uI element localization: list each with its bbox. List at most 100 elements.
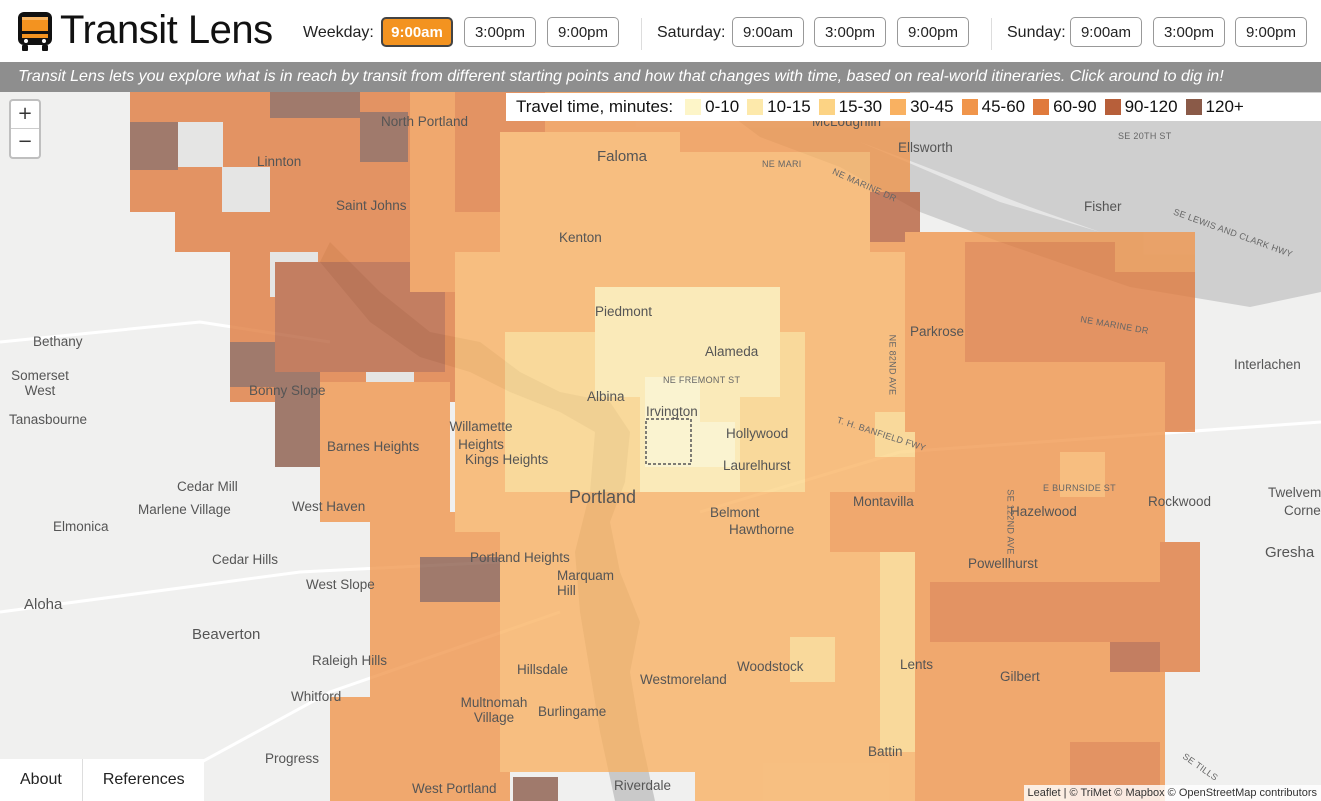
place-label: Ellsworth — [898, 140, 953, 155]
zoom-in-button[interactable]: + — [11, 101, 39, 128]
legend-swatch — [818, 99, 835, 115]
place-label: Piedmont — [595, 304, 653, 319]
place-label: Portland — [569, 487, 637, 507]
sunday-label: Sunday: — [1007, 24, 1066, 41]
street-label: NE FREMONT ST — [663, 375, 741, 385]
place-label: Multnomah Village — [460, 695, 528, 725]
street-label: NE 82ND AVE — [887, 334, 898, 396]
place-label: Linnton — [257, 154, 302, 169]
place-label: West Haven — [292, 499, 366, 514]
place-label: Hawthorne — [729, 522, 795, 537]
place-label: Hillsdale — [517, 662, 569, 677]
legend-label: 15-30 — [838, 97, 883, 116]
place-label: Gresha — [1265, 544, 1315, 561]
place-label: Elmonica — [53, 519, 109, 534]
legend-item: 15-30 — [818, 97, 883, 117]
place-label: Marlene Village — [138, 502, 231, 517]
place-label: Cedar Mill — [177, 479, 238, 494]
place-label: Battin — [868, 744, 903, 759]
weekday-9am-button[interactable]: 9:00am — [381, 17, 453, 47]
map-base — [0, 92, 1321, 801]
zoom-control: + − — [9, 99, 41, 159]
place-label: Raleigh Hills — [312, 653, 388, 668]
legend-item: 60-90 — [1033, 97, 1097, 117]
legend-swatch — [1185, 99, 1202, 115]
street-label: NE MARI — [762, 159, 802, 169]
weekday-3pm-button[interactable]: 3:00pm — [464, 17, 536, 47]
legend-item: 90-120 — [1104, 97, 1178, 117]
street-label: SE 122ND AVE — [1005, 489, 1016, 555]
intro-banner: Transit Lens lets you explore what is in… — [0, 62, 1321, 92]
legend-swatch — [1033, 99, 1050, 115]
place-label: West Slope — [306, 577, 375, 592]
place-label: Woodstock — [737, 659, 804, 674]
legend-label: 120+ — [1205, 97, 1244, 116]
place-label: North Portland — [381, 114, 469, 129]
place-label: Aloha — [24, 596, 63, 613]
place-label: Barnes Heights — [327, 439, 420, 454]
divider — [991, 18, 992, 50]
place-label: Fisher — [1084, 199, 1122, 214]
references-tab[interactable]: References — [81, 759, 205, 801]
street-label: E BURNSIDE ST — [1043, 483, 1116, 493]
travel-time-legend: Travel time, minutes: 0-10 10-15 15-30 3… — [506, 93, 1321, 121]
place-label: Faloma — [597, 148, 648, 165]
legend-swatch — [890, 99, 907, 115]
place-label: West Portland — [412, 781, 497, 796]
legend-label: 90-120 — [1124, 97, 1178, 116]
place-label: Whitford — [291, 689, 342, 704]
place-label: Gilbert — [1000, 669, 1040, 684]
about-tab[interactable]: About — [0, 759, 82, 801]
place-label: Hazelwood — [1010, 504, 1077, 519]
street-label: SE 20TH ST — [1118, 131, 1172, 141]
place-label: Belmont — [710, 505, 760, 520]
place-label: Hollywood — [726, 426, 789, 441]
divider — [641, 18, 642, 50]
sunday-3pm-button[interactable]: 3:00pm — [1153, 17, 1225, 47]
place-label: Twelvem — [1268, 485, 1321, 500]
legend-item: 10-15 — [747, 97, 811, 117]
weekday-9pm-button[interactable]: 9:00pm — [547, 17, 619, 47]
legend-swatch — [685, 99, 702, 115]
place-label: Somerset West — [11, 368, 69, 398]
place-label: Tanasbourne — [9, 412, 88, 427]
legend-label: 30-45 — [910, 97, 954, 116]
place-label: Rockwood — [1148, 494, 1212, 509]
place-label: Progress — [265, 751, 320, 766]
place-label: Marquam Hill — [557, 568, 615, 598]
sunday-9pm-button[interactable]: 9:00pm — [1235, 17, 1307, 47]
place-label: Lents — [900, 657, 934, 672]
place-label: Riverdale — [614, 778, 672, 793]
place-label: Burlingame — [538, 704, 607, 719]
place-label: Portland Heights — [470, 550, 570, 565]
legend-label: 45-60 — [981, 97, 1026, 116]
place-label: Saint Johns — [336, 198, 407, 213]
legend-item: 120+ — [1185, 97, 1244, 117]
place-label: Bonny Slope — [249, 383, 326, 398]
place-label: Bethany — [33, 334, 83, 349]
bus-icon — [18, 12, 52, 51]
sunday-9am-button[interactable]: 9:00am — [1070, 17, 1142, 47]
place-label: Corne — [1284, 503, 1321, 518]
saturday-9pm-button[interactable]: 9:00pm — [897, 17, 969, 47]
saturday-label: Saturday: — [657, 24, 726, 41]
legend-label: 0-10 — [705, 97, 740, 116]
zoom-out-button[interactable]: − — [11, 128, 39, 156]
map-attribution[interactable]: Leaflet | © TriMet © Mapbox © OpenStreet… — [1023, 785, 1321, 801]
place-label: Beaverton — [192, 626, 261, 643]
place-label: Alameda — [705, 344, 759, 359]
place-label: Laurelhurst — [723, 458, 791, 473]
bottom-tabs: About References — [0, 759, 204, 801]
app-header: Transit Lens Weekday: 9:00am 3:00pm 9:00… — [0, 0, 1321, 62]
map-canvas[interactable]: North Portland Faloma Linnton Saint John… — [0, 92, 1321, 801]
place-label: Montavilla — [853, 494, 914, 509]
saturday-9am-button[interactable]: 9:00am — [732, 17, 804, 47]
legend-item: 30-45 — [890, 97, 954, 117]
saturday-3pm-button[interactable]: 3:00pm — [814, 17, 886, 47]
legend-label: 10-15 — [767, 97, 811, 116]
place-label: Westmoreland — [640, 672, 727, 687]
weekday-label: Weekday: — [303, 24, 374, 41]
legend-item: 45-60 — [961, 97, 1026, 117]
legend-label: 60-90 — [1053, 97, 1097, 116]
place-label: Cedar Hills — [212, 552, 279, 567]
